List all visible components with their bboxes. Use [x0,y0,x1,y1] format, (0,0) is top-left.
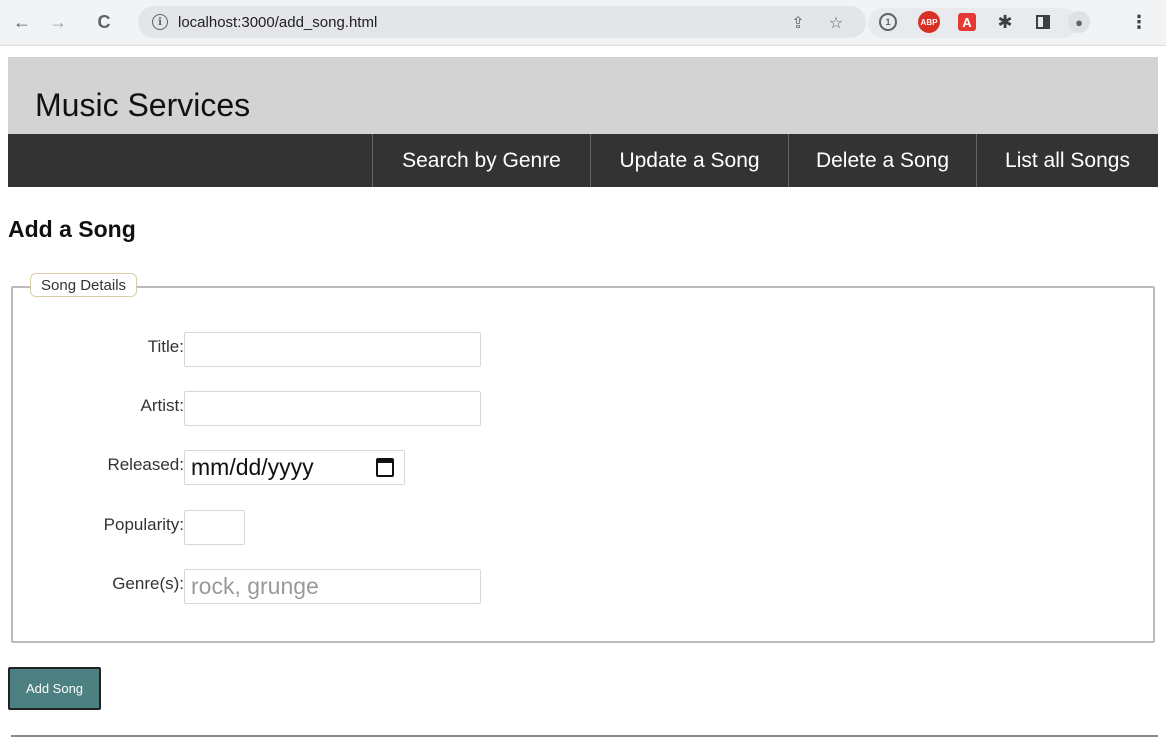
side-panel-icon[interactable] [1032,11,1054,33]
title-label: Title: [147,337,184,356]
artist-field[interactable] [184,391,481,426]
address-bar[interactable]: i localhost:3000/add_song.html ⇪ ☆ [138,6,866,38]
popularity-label: Popularity: [103,515,184,534]
adblock-icon[interactable]: ABP [918,11,940,33]
genres-field[interactable]: rock, grunge [184,569,481,604]
add-song-button[interactable]: Add Song [8,667,101,710]
share-icon[interactable]: ⇪ [788,13,808,33]
artist-label: Artist: [140,396,184,415]
nav-list-all-songs[interactable]: List all Songs [976,134,1158,187]
released-date-text: mm/dd/yyyy [191,454,314,480]
page-title: Add a Song [8,216,136,242]
site-info-icon[interactable]: i [152,14,168,30]
song-details-legend: Song Details [30,273,138,297]
calendar-icon[interactable] [376,458,394,477]
site-header: Music Services [8,57,1158,134]
password-manager-icon[interactable]: 1 [879,13,897,31]
url-text[interactable]: localhost:3000/add_song.html [178,14,377,31]
bookmark-star-icon[interactable]: ☆ [826,13,846,33]
released-label: Released: [107,455,184,474]
back-icon[interactable]: ← [8,8,36,36]
forward-icon[interactable]: → [44,8,72,36]
nav-search-by-genre[interactable]: Search by Genre [372,134,590,187]
browser-menu-icon[interactable]: ⋮ [1128,11,1150,33]
main-nav: Search by Genre Update a Song Delete a S… [8,134,1158,187]
released-date-field[interactable]: mm/dd/yyyy [184,450,405,485]
divider [11,735,1158,737]
genres-label: Genre(s): [112,574,184,593]
site-title: Music Services [35,87,251,123]
browser-toolbar: ← → C i localhost:3000/add_song.html ⇪ ☆… [0,0,1166,46]
nav-delete-song[interactable]: Delete a Song [788,134,976,187]
popularity-field[interactable] [184,510,245,545]
nav-update-song[interactable]: Update a Song [590,134,788,187]
reload-icon[interactable]: C [90,8,118,36]
profile-icon[interactable]: ● [1068,11,1090,33]
pdf-extension-icon[interactable]: A [958,13,976,31]
extensions-puzzle-icon[interactable]: ✱ [994,11,1016,33]
title-field[interactable] [184,332,481,367]
